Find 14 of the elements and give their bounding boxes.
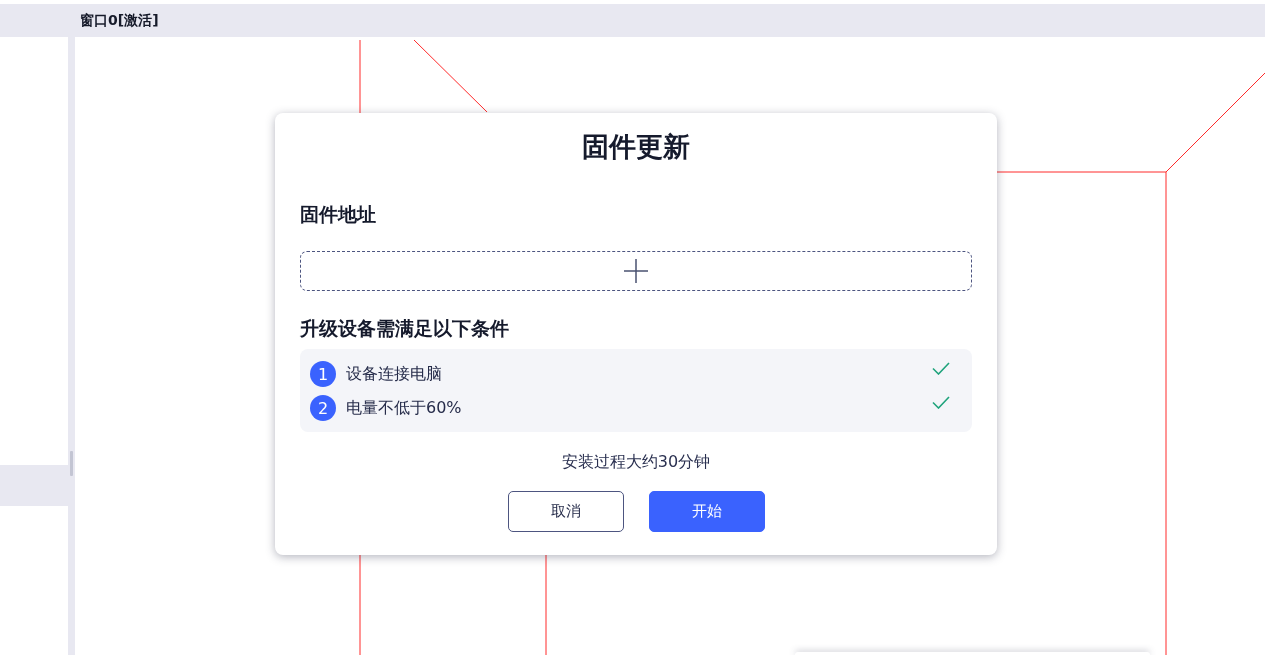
start-button[interactable]: 开始: [648, 491, 765, 532]
section-title: 升级设备需满足以下条件: [300, 316, 510, 341]
resize-handle[interactable]: [70, 451, 73, 476]
step-number: 2: [310, 395, 336, 421]
condition-text: 设备连接电脑: [346, 363, 442, 385]
window-title: 窗口0[激活]: [80, 11, 159, 30]
section-title: 固件地址: [300, 202, 377, 227]
duration-note: 安装过程大约30分钟: [560, 451, 712, 473]
cancel-button[interactable]: 取消: [507, 491, 624, 532]
upload-field[interactable]: [300, 251, 972, 291]
condition-text: 电量不低于60%: [346, 397, 462, 419]
dialog-title: 固件更新: [581, 130, 691, 164]
step-number: 1: [310, 361, 336, 387]
plus-icon: [624, 259, 648, 283]
